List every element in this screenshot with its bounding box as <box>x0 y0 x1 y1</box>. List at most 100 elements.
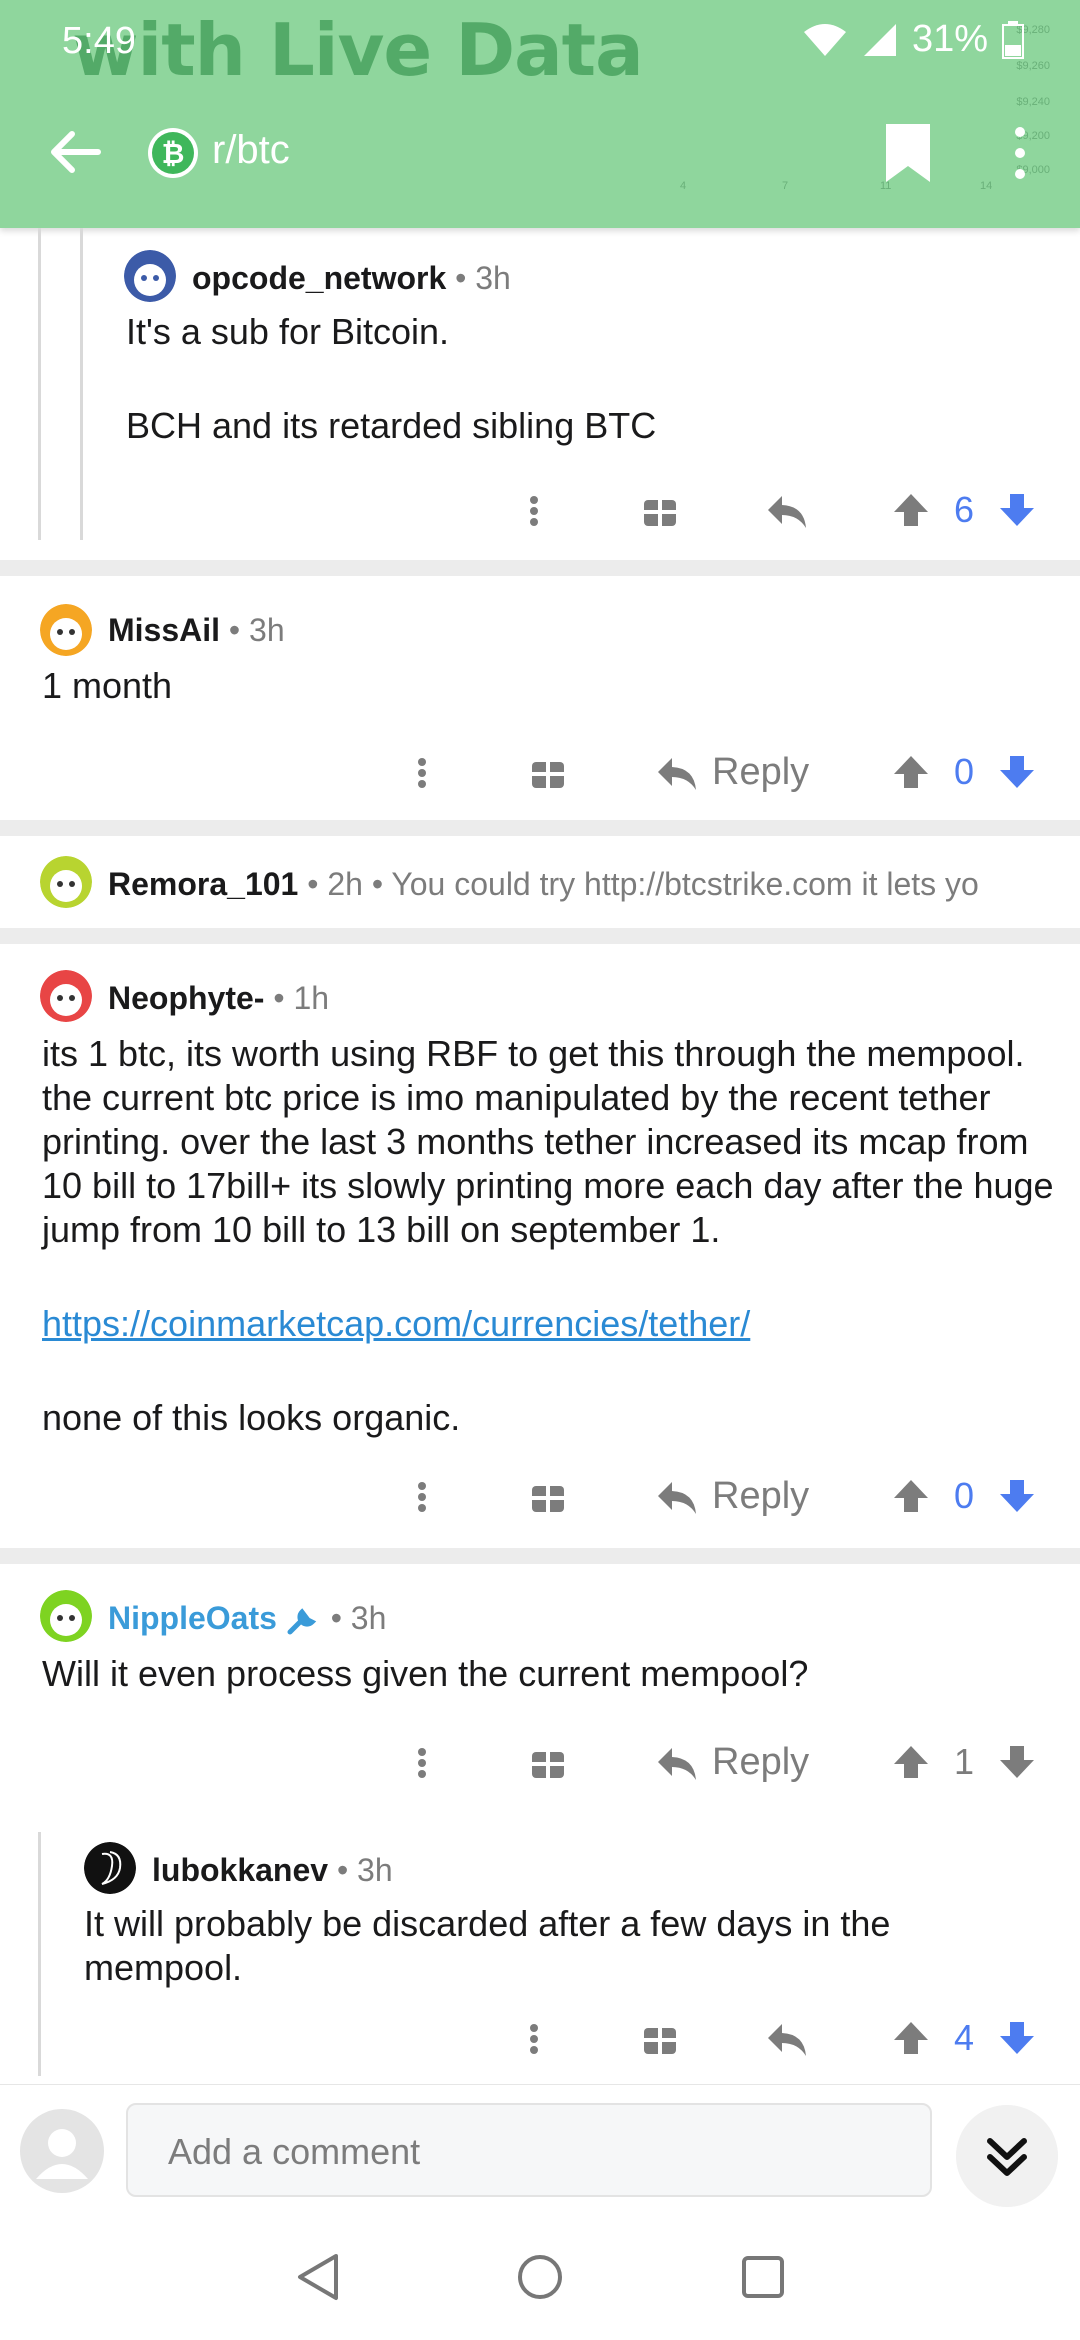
comment-paragraph: It will probably be discarded after a fe… <box>84 1903 891 1988</box>
separator-dot: • <box>228 612 250 648</box>
gift-award-icon[interactable] <box>528 742 568 802</box>
more-vertical-icon[interactable] <box>404 1732 440 1792</box>
chart-tick: 14 <box>980 180 993 192</box>
comment-body: 1 month <box>42 664 1032 708</box>
comment-divider <box>0 560 1080 576</box>
reply-arrow-icon <box>658 1748 696 1780</box>
avatar[interactable] <box>40 1590 92 1642</box>
comment-author[interactable]: opcode_network <box>192 260 446 296</box>
comment: Neophyte- • 1h its 1 btc, its worth usin… <box>0 944 1080 1548</box>
comment: lubokkanev • 3h It will probably be disc… <box>0 1824 1080 2084</box>
comment-body: It will probably be discarded after a fe… <box>84 1902 984 1990</box>
separator-dot: • <box>307 866 328 902</box>
comment-actions: 6 <box>0 480 1080 540</box>
more-vertical-icon[interactable] <box>516 480 552 540</box>
reply-button[interactable]: Reply <box>654 1732 809 1792</box>
nav-back-icon[interactable] <box>292 2250 346 2304</box>
downvote-arrow-icon[interactable] <box>998 1466 1036 1526</box>
more-vertical-icon[interactable] <box>404 742 440 802</box>
upvote-arrow-icon[interactable] <box>892 2008 930 2068</box>
comment-actions: Reply 1 <box>0 1732 1080 1792</box>
separator-dot: • <box>455 260 476 296</box>
comment-time: 3h <box>249 612 285 648</box>
banner-title: with Live Data <box>72 8 644 92</box>
comment-author[interactable]: NippleOats <box>108 1600 277 1636</box>
reply-button[interactable]: Reply <box>654 742 809 802</box>
collapsed-comment[interactable]: Remora_101 • 2h • You could try http://b… <box>0 836 1080 928</box>
comment-actions: Reply 0 <box>0 742 1080 802</box>
reply-label: Reply <box>712 1740 810 1783</box>
gift-award-icon[interactable] <box>640 2008 680 2068</box>
upvote-arrow-icon[interactable] <box>892 1732 930 1792</box>
chart-tick: 4 <box>680 180 687 192</box>
reply-label: Reply <box>712 750 810 793</box>
comment-meta: NippleOats • 3h <box>108 1600 386 1637</box>
reply-arrow-icon <box>658 1482 696 1514</box>
comment-time: 3h <box>350 1600 387 1636</box>
comment-body: its 1 btc, its worth using RBF to get th… <box>42 1032 1062 1440</box>
add-comment-input[interactable]: Add a comment <box>126 2103 932 2197</box>
downvote-arrow-icon[interactable] <box>998 480 1036 540</box>
avatar[interactable] <box>40 604 92 656</box>
reply-button[interactable]: Reply <box>654 1466 809 1526</box>
subreddit-name[interactable]: r/btc <box>212 128 290 173</box>
avatar[interactable] <box>124 250 176 302</box>
avatar[interactable] <box>84 1842 136 1894</box>
reply-arrow-icon[interactable] <box>764 480 810 540</box>
gift-award-icon[interactable] <box>640 480 680 540</box>
vote-score: 1 <box>954 1741 975 1782</box>
svg-text:₿: ₿ <box>162 137 185 170</box>
subreddit-bitcoin-icon[interactable]: ₿ <box>146 126 200 180</box>
user-avatar-icon[interactable] <box>20 2109 104 2193</box>
collapse-chevron-icon[interactable] <box>956 2105 1058 2207</box>
avatar[interactable] <box>40 970 92 1022</box>
comment-actions: Reply 0 <box>0 1466 1080 1526</box>
collapsed-preview: You could try http://btcstrike.com it le… <box>391 866 979 902</box>
subreddit-header: with Live Data $9,280 $9,260 $9,240 $9,2… <box>0 0 1080 228</box>
upvote-arrow-icon[interactable] <box>892 1466 930 1526</box>
back-arrow-icon[interactable] <box>44 122 104 182</box>
battery-icon <box>1002 20 1024 59</box>
moderator-wrench-icon <box>287 1607 317 1635</box>
chart-tick: $9,240 <box>1016 96 1050 108</box>
reply-arrow-icon[interactable] <box>764 2008 810 2068</box>
avatar[interactable] <box>40 856 92 908</box>
comment-author[interactable]: MissAil <box>108 612 220 648</box>
reply-label: Reply <box>712 1474 810 1517</box>
comment-meta: opcode_network • 3h <box>192 260 511 297</box>
more-vertical-icon[interactable] <box>516 2008 552 2068</box>
comment-body: It's a sub for Bitcoin. BCH and its reta… <box>126 310 1026 448</box>
nav-recents-icon[interactable] <box>736 2250 790 2304</box>
vote-score: 4 <box>954 2017 975 2058</box>
separator-dot: • <box>336 1852 358 1888</box>
gift-award-icon[interactable] <box>528 1732 568 1792</box>
comment-divider <box>0 820 1080 836</box>
bookmark-icon[interactable] <box>880 120 936 186</box>
comment: MissAil • 3h 1 month Reply 0 <box>0 576 1080 820</box>
comment-author[interactable]: lubokkanev <box>152 1852 328 1888</box>
gift-award-icon[interactable] <box>528 1466 568 1526</box>
comment-actions: 4 <box>0 2008 1080 2068</box>
nav-home-icon[interactable] <box>513 2250 567 2304</box>
upvote-arrow-icon[interactable] <box>892 480 930 540</box>
comment-time: 1h <box>293 980 330 1016</box>
comment-paragraph: It's a sub for Bitcoin. <box>126 311 450 352</box>
more-vertical-icon[interactable] <box>404 1466 440 1526</box>
downvote-arrow-icon[interactable] <box>998 742 1036 802</box>
downvote-arrow-icon[interactable] <box>998 1732 1036 1792</box>
upvote-arrow-icon[interactable] <box>892 742 930 802</box>
separator-dot: • <box>273 980 294 1016</box>
comment-time: 3h <box>475 260 511 296</box>
comment-composer-bar: Add a comment <box>0 2084 1080 2215</box>
more-vertical-icon[interactable] <box>1000 120 1040 186</box>
comment-author[interactable]: Neophyte- <box>108 980 264 1016</box>
comment-divider <box>0 1548 1080 1564</box>
status-icons: 31% <box>802 18 1024 61</box>
downvote-arrow-icon[interactable] <box>998 2008 1036 2068</box>
comment: NippleOats • 3h Will it even process giv… <box>0 1564 1080 1824</box>
comment-paragraph: BCH and its retarded sibling BTC <box>126 405 657 446</box>
vote-score: 0 <box>954 751 975 792</box>
status-time: 5:49 <box>62 20 136 62</box>
comment-link[interactable]: https://coinmarketcap.com/currencies/tet… <box>42 1303 750 1344</box>
comment-author[interactable]: Remora_101 <box>108 866 298 902</box>
